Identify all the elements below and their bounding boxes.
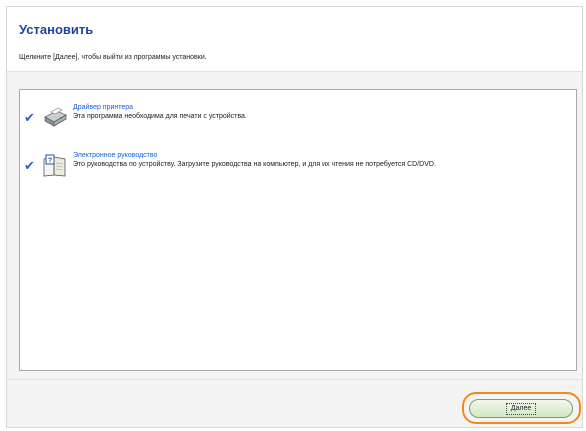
checkmark-icon: ✔ [24, 110, 35, 125]
list-item-printer-driver: ✔ Драйвер принтера Эта программа необход… [20, 103, 576, 135]
footer-divider [7, 379, 582, 380]
checkmark-icon: ✔ [24, 158, 35, 173]
next-button[interactable]: Далее [469, 399, 573, 418]
list-item-e-manual: ✔ ? Электронное руководство Это руководс… [20, 151, 576, 183]
manual-book-icon: ? [43, 154, 66, 177]
printer-icon [44, 107, 67, 127]
header: Установить Щелкните [Далее], чтобы выйти… [7, 7, 582, 72]
instruction-text: Щелкните [Далее], чтобы выйти из програм… [19, 54, 207, 61]
item-description: Это руководства по устройству. Загрузите… [73, 161, 436, 168]
svg-text:?: ? [48, 158, 52, 165]
item-description: Эта программа необходима для печати с ус… [73, 113, 247, 120]
installer-window: Установить Щелкните [Далее], чтобы выйти… [6, 6, 583, 428]
page-title: Установить [19, 22, 94, 37]
next-button-label: Далее [505, 402, 537, 415]
item-title: Электронное руководство [73, 152, 158, 159]
installed-items-panel: ✔ Драйвер принтера Эта программа необход… [19, 89, 577, 371]
item-title: Драйвер принтера [73, 104, 134, 111]
